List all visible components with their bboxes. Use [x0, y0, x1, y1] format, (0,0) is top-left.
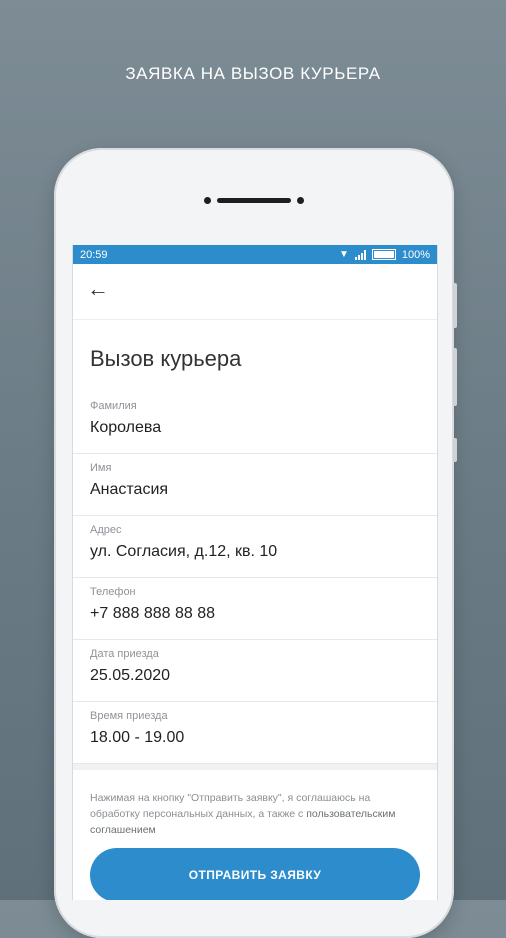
wifi-icon: ▼ [338, 248, 349, 260]
submit-request-button[interactable]: ОТПРАВИТЬ ЗАЯВКУ [90, 848, 420, 900]
field-value: ул. Согласия, д.12, кв. 10 [90, 543, 278, 560]
phone-field[interactable]: Телефон +7 888 888 88 88 [73, 578, 437, 640]
agreement-text: Нажимая на кнопку "Отправить заявку", я … [73, 770, 437, 848]
field-label: Дата приезда [90, 648, 159, 660]
field-label: Время приезда [90, 710, 168, 722]
app-screen: 20:59 ▼ 100% ← Вызов курьера Фамилия Кор… [72, 245, 438, 900]
promo-title: ЗАЯВКА НА ВЫЗОВ КУРЬЕРА [125, 64, 381, 83]
field-value: Анастасия [90, 481, 169, 498]
battery-icon [371, 249, 396, 260]
arrow-back-icon[interactable]: ← [87, 278, 109, 300]
field-label: Фамилия [90, 400, 137, 412]
name-field[interactable]: Имя Анастасия [73, 454, 437, 516]
status-time: 20:59 [80, 248, 108, 261]
field-label: Имя [90, 462, 112, 474]
earpiece [54, 192, 454, 208]
arrival-date-field[interactable]: Дата приезда 25.05.2020 [73, 640, 437, 702]
arrival-time-field[interactable]: Время приезда 18.00 - 19.00 [73, 702, 437, 764]
field-label: Телефон [90, 586, 136, 598]
field-value: 25.05.2020 [90, 667, 171, 684]
app-bar: ← [73, 264, 437, 320]
volume-up-button [453, 283, 457, 328]
proximity-sensor [297, 196, 304, 204]
field-label: Адрес [90, 524, 122, 536]
front-camera [204, 196, 211, 204]
field-value: +7 888 888 88 88 [90, 605, 216, 622]
power-button [453, 438, 457, 462]
speaker-grille [217, 197, 291, 203]
status-bar: 20:59 ▼ 100% [73, 245, 437, 264]
volume-down-button [453, 348, 457, 406]
signal-icon [354, 249, 366, 260]
battery-level: 100% [401, 248, 430, 261]
field-value: Королева [90, 419, 162, 436]
address-field[interactable]: Адрес ул. Согласия, д.12, кв. 10 [73, 516, 437, 578]
field-value: 18.00 - 19.00 [90, 729, 185, 746]
page-title: Вызов курьера [90, 346, 242, 371]
surname-field[interactable]: Фамилия Королева [73, 392, 437, 454]
